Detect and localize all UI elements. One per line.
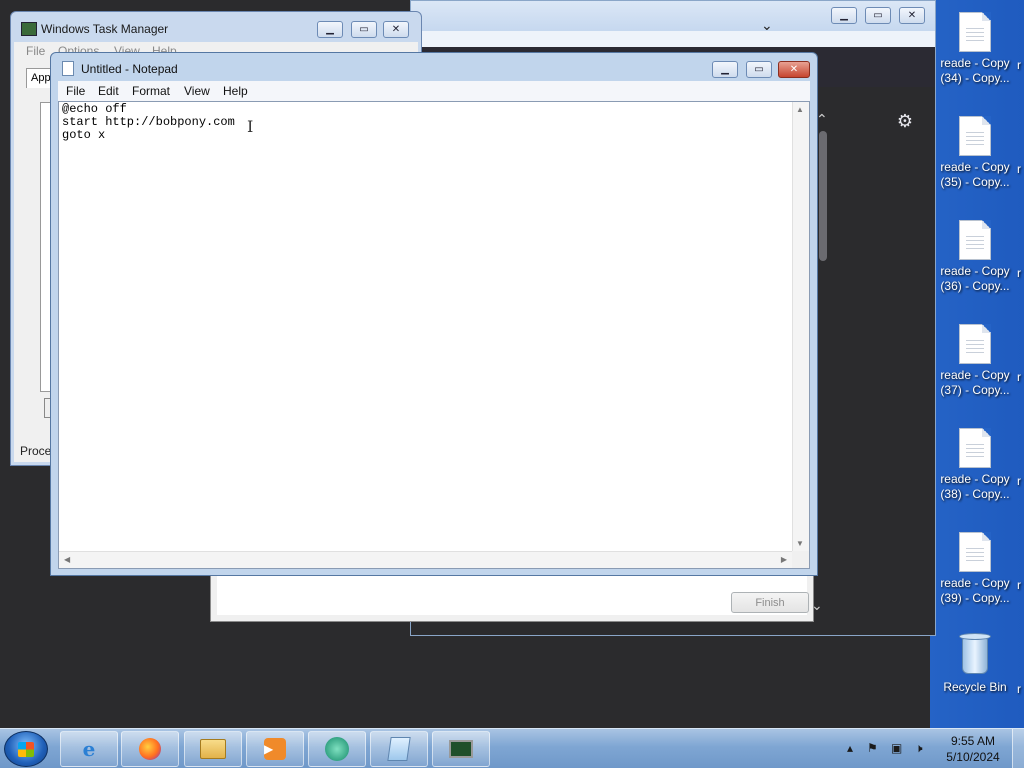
notepad-minimize-button[interactable]: ▁	[712, 61, 738, 78]
notepad-close-button[interactable]: ✕	[778, 61, 810, 78]
notepad-content[interactable]: @echo off start http://bobpony.com goto …	[62, 103, 235, 142]
notepad-icon[interactable]	[370, 731, 428, 767]
ibeam-cursor-icon: I	[247, 117, 254, 136]
notepad-maximize-button[interactable]: ▭	[746, 61, 772, 78]
scroll-up-arrow-icon[interactable]: ▲	[796, 105, 804, 114]
partial-icon-label: r	[1017, 682, 1021, 696]
scroll-left-arrow-icon[interactable]: ◀	[64, 555, 70, 564]
task-manager-close-button[interactable]: ✕	[383, 21, 409, 38]
network-icon[interactable]: ▣	[891, 741, 902, 755]
desktop-icon-label: (36) - Copy...	[940, 279, 1010, 293]
notepad-menubar: File Edit Format View Help	[58, 81, 810, 101]
media-center-icon[interactable]	[308, 731, 366, 767]
menu-format[interactable]: Format	[132, 84, 170, 98]
vertical-scrollbar[interactable]: ▲ ▼	[792, 102, 809, 551]
taskbar: e ▶ ▴ ⚑ ▣ 🕨 9:55 AM 5/10/2024	[0, 728, 1024, 768]
clock-time: 9:55 AM	[950, 734, 996, 748]
desktop-icon-label: reade - Copy	[940, 264, 1010, 278]
finish-button[interactable]: Finish	[731, 592, 809, 613]
task-manager-menu-file[interactable]: File	[26, 44, 45, 58]
notepad-title: Untitled - Notepad	[81, 62, 178, 76]
partial-icon-label: r	[1017, 578, 1021, 592]
menu-view[interactable]: View	[184, 84, 210, 98]
text-document-icon	[959, 220, 991, 260]
volume-muted-icon[interactable]: 🕨	[915, 741, 923, 756]
desktop-icon-file[interactable]: reade - Copy (34) - Copy...	[938, 12, 1012, 86]
task-manager-minimize-button[interactable]: ▁	[317, 21, 343, 38]
media-player-icon[interactable]: ▶	[246, 731, 304, 767]
size-grip[interactable]	[792, 551, 809, 568]
internet-explorer-icon[interactable]: e	[60, 731, 118, 767]
chevron-down-icon[interactable]: ⌄	[761, 17, 773, 34]
task-manager-icon[interactable]	[432, 731, 490, 767]
desktop-icon-label: reade - Copy	[940, 472, 1010, 486]
text-document-icon	[959, 116, 991, 156]
notepad-text-area[interactable]: @echo off start http://bobpony.com goto …	[58, 101, 810, 569]
taskbar-clock[interactable]: 9:55 AM 5/10/2024	[940, 733, 1006, 765]
browser-scrollbar-thumb[interactable]	[819, 131, 827, 261]
horizontal-scrollbar[interactable]: ◀ ▶	[59, 551, 792, 568]
task-manager-icon	[21, 22, 37, 36]
partial-icon-label: r	[1017, 370, 1021, 384]
desktop-icon-file[interactable]: reade - Copy (37) - Copy...	[938, 324, 1012, 398]
notepad-window: Untitled - Notepad ▁ ▭ ✕ File Edit Forma…	[50, 52, 818, 576]
menu-file[interactable]: File	[66, 84, 85, 98]
text-document-icon	[959, 324, 991, 364]
action-center-flag-icon[interactable]: ⚑	[867, 741, 878, 755]
partial-icon-label: r	[1017, 474, 1021, 488]
desktop-icon-recycle-bin[interactable]: Recycle Bin	[938, 632, 1012, 695]
desktop-icon-file[interactable]: reade - Copy (39) - Copy...	[938, 532, 1012, 606]
desktop-icon-file[interactable]: reade - Copy (35) - Copy...	[938, 116, 1012, 190]
text-document-icon	[959, 532, 991, 572]
desktop-icon-label: (34) - Copy...	[940, 71, 1010, 85]
gear-icon[interactable]: ⚙	[897, 111, 913, 132]
browser-minimize-button[interactable]: ▁	[831, 7, 857, 24]
desktop-icon-label: reade - Copy	[940, 368, 1010, 382]
start-button[interactable]	[4, 731, 48, 767]
desktop-icon-file[interactable]: reade - Copy (38) - Copy...	[938, 428, 1012, 502]
scroll-right-arrow-icon[interactable]: ▶	[781, 555, 787, 564]
desktop-icon-label: Recycle Bin	[943, 680, 1007, 694]
desktop-icon-label: (38) - Copy...	[940, 487, 1010, 501]
menu-help[interactable]: Help	[223, 84, 248, 98]
menu-edit[interactable]: Edit	[98, 84, 119, 98]
desktop-icon-label: (39) - Copy...	[940, 591, 1010, 605]
system-tray: ▴ ⚑ ▣ 🕨	[845, 729, 945, 768]
notepad-icon	[62, 61, 74, 76]
recycle-bin-icon	[958, 632, 992, 676]
partial-icon-label: r	[1017, 266, 1021, 280]
firefox-icon[interactable]	[121, 731, 179, 767]
desktop-icon-label: (37) - Copy...	[940, 383, 1010, 397]
show-hidden-icons-icon[interactable]: ▴	[847, 741, 853, 755]
show-desktop-button[interactable]	[1012, 729, 1024, 768]
desktop-icon-label: reade - Copy	[940, 160, 1010, 174]
scroll-down-arrow-icon[interactable]: ▼	[796, 539, 804, 548]
task-manager-status: Proce	[20, 444, 52, 458]
task-manager-title: Windows Task Manager	[41, 22, 169, 36]
browser-maximize-button[interactable]: ▭	[865, 7, 891, 24]
desktop-icon-file[interactable]: reade - Copy (36) - Copy...	[938, 220, 1012, 294]
desktop-icon-label: reade - Copy	[940, 56, 1010, 70]
browser-close-button[interactable]: ✕	[899, 7, 925, 24]
text-document-icon	[959, 428, 991, 468]
clock-date: 5/10/2024	[946, 750, 1000, 764]
partial-icon-label: r	[1017, 58, 1021, 72]
task-manager-maximize-button[interactable]: ▭	[351, 21, 377, 38]
file-explorer-icon[interactable]	[184, 731, 242, 767]
text-document-icon	[959, 12, 991, 52]
browser-titlebar: ▁ ▭ ✕	[411, 1, 935, 31]
desktop-icon-label: reade - Copy	[940, 576, 1010, 590]
partial-icon-label: r	[1017, 162, 1021, 176]
desktop-icon-label: (35) - Copy...	[940, 175, 1010, 189]
